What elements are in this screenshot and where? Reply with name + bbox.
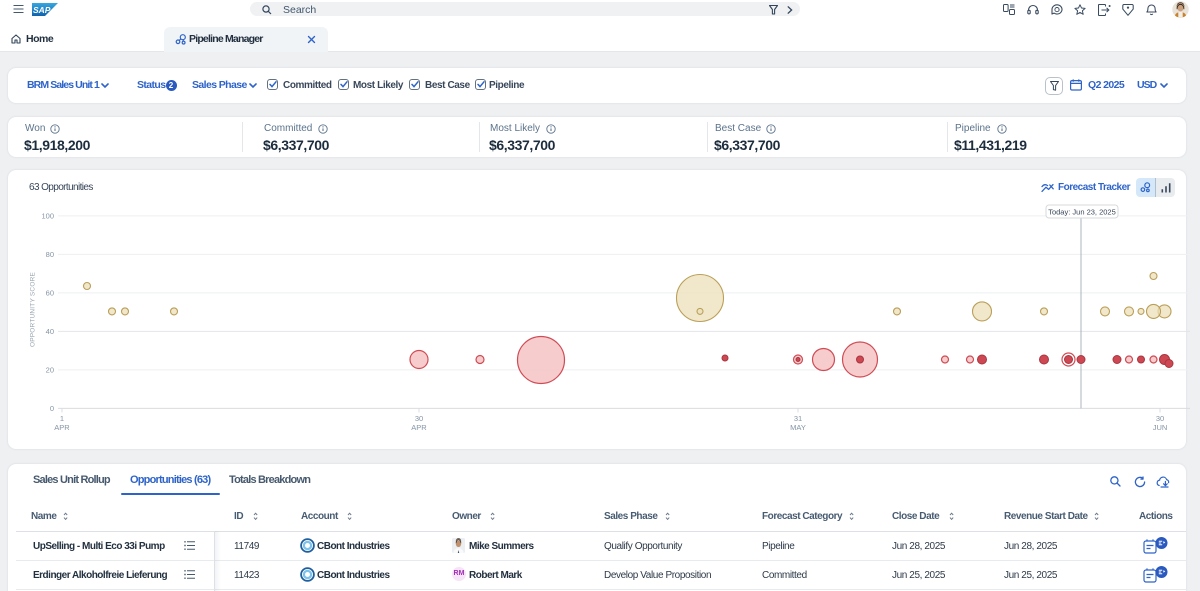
svg-text:MAY: MAY (790, 423, 806, 432)
svg-text:30: 30 (415, 414, 423, 423)
svg-text:20: 20 (46, 366, 54, 375)
svg-text:40: 40 (46, 327, 54, 336)
svg-text:60: 60 (46, 289, 54, 298)
svg-text:31: 31 (794, 414, 802, 423)
svg-text:1: 1 (60, 414, 64, 423)
svg-text:SAP: SAP (33, 5, 51, 15)
svg-text:0: 0 (50, 404, 54, 413)
svg-text:Today: Jun 23, 2025: Today: Jun 23, 2025 (1048, 208, 1116, 217)
svg-text:100: 100 (41, 212, 54, 221)
svg-text:JUN: JUN (1153, 423, 1168, 432)
svg-text:APR: APR (411, 423, 427, 432)
svg-text:80: 80 (46, 250, 54, 259)
svg-text:30: 30 (1156, 414, 1164, 423)
svg-text:APR: APR (54, 423, 70, 432)
